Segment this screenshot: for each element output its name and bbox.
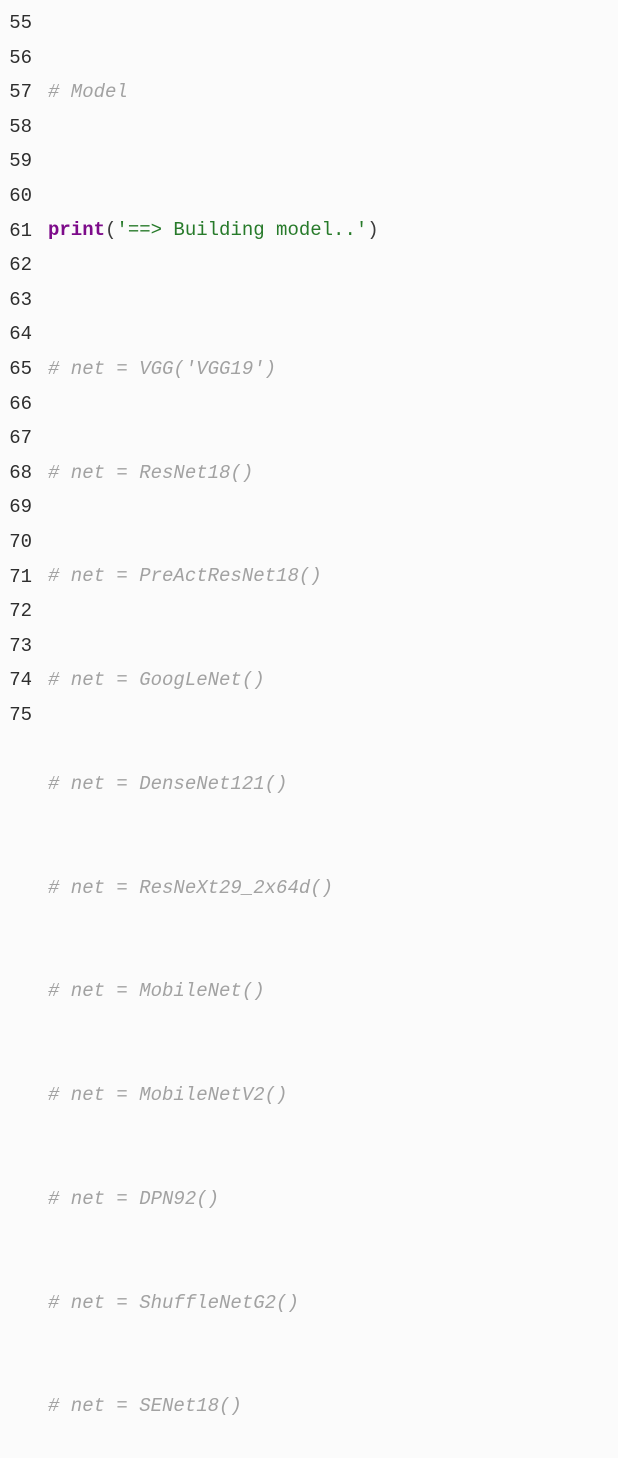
line-number: 67 [6,421,32,456]
comment-token: # net = ShuffleNetG2() [48,1286,299,1321]
code-line: # Model [48,75,618,110]
code-line: print('==> Building model..') [48,213,618,248]
punct-token: ) [367,213,378,248]
code-line: # net = ResNeXt29_2x64d() [48,871,618,906]
line-number: 73 [6,629,32,664]
string-token: '==> Building model..' [116,213,367,248]
code-line: # net = SENet18() [48,1389,618,1424]
line-number: 70 [6,525,32,560]
line-number: 61 [6,214,32,249]
code-line: # net = ShuffleNetG2() [48,1286,618,1321]
line-number: 63 [6,283,32,318]
line-number: 59 [6,144,32,179]
line-number: 56 [6,41,32,76]
comment-token: # net = ResNet18() [48,456,253,491]
code-line: # net = MobileNetV2() [48,1078,618,1113]
comment-token: # net = MobileNet() [48,974,265,1009]
line-number: 57 [6,75,32,110]
comment-token: # net = DenseNet121() [48,767,287,802]
line-number: 75 [6,698,32,733]
comment-token: # net = ResNeXt29_2x64d() [48,871,333,906]
line-number: 60 [6,179,32,214]
line-number: 69 [6,490,32,525]
comment-token: # net = VGG('VGG19') [48,352,276,387]
builtin-token: print [48,213,105,248]
comment-token: # net = PreActResNet18() [48,559,322,594]
line-number: 64 [6,317,32,352]
line-number: 65 [6,352,32,387]
code-line: # net = DPN92() [48,1182,618,1217]
line-number: 72 [6,594,32,629]
comment-token: # net = MobileNetV2() [48,1078,287,1113]
line-number: 55 [6,6,32,41]
code-content[interactable]: # Model print('==> Building model..') # … [40,0,618,729]
punct-token: ( [105,213,116,248]
code-line: # net = MobileNet() [48,974,618,1009]
comment-token: # net = DPN92() [48,1182,219,1217]
code-editor: 55 56 57 58 59 60 61 62 63 64 65 66 67 6… [0,0,618,729]
code-line: # net = ResNet18() [48,456,618,491]
line-number: 66 [6,387,32,422]
line-number: 68 [6,456,32,491]
line-number-gutter: 55 56 57 58 59 60 61 62 63 64 65 66 67 6… [0,0,40,729]
line-number: 71 [6,560,32,595]
code-line: # net = DenseNet121() [48,767,618,802]
line-number: 58 [6,110,32,145]
code-line: # net = PreActResNet18() [48,559,618,594]
line-number: 74 [6,663,32,698]
comment-token: # net = SENet18() [48,1389,242,1424]
code-line: # net = GoogLeNet() [48,663,618,698]
comment-token: # net = GoogLeNet() [48,663,265,698]
code-line: # net = VGG('VGG19') [48,352,618,387]
line-number: 62 [6,248,32,283]
comment-token: # Model [48,75,128,110]
